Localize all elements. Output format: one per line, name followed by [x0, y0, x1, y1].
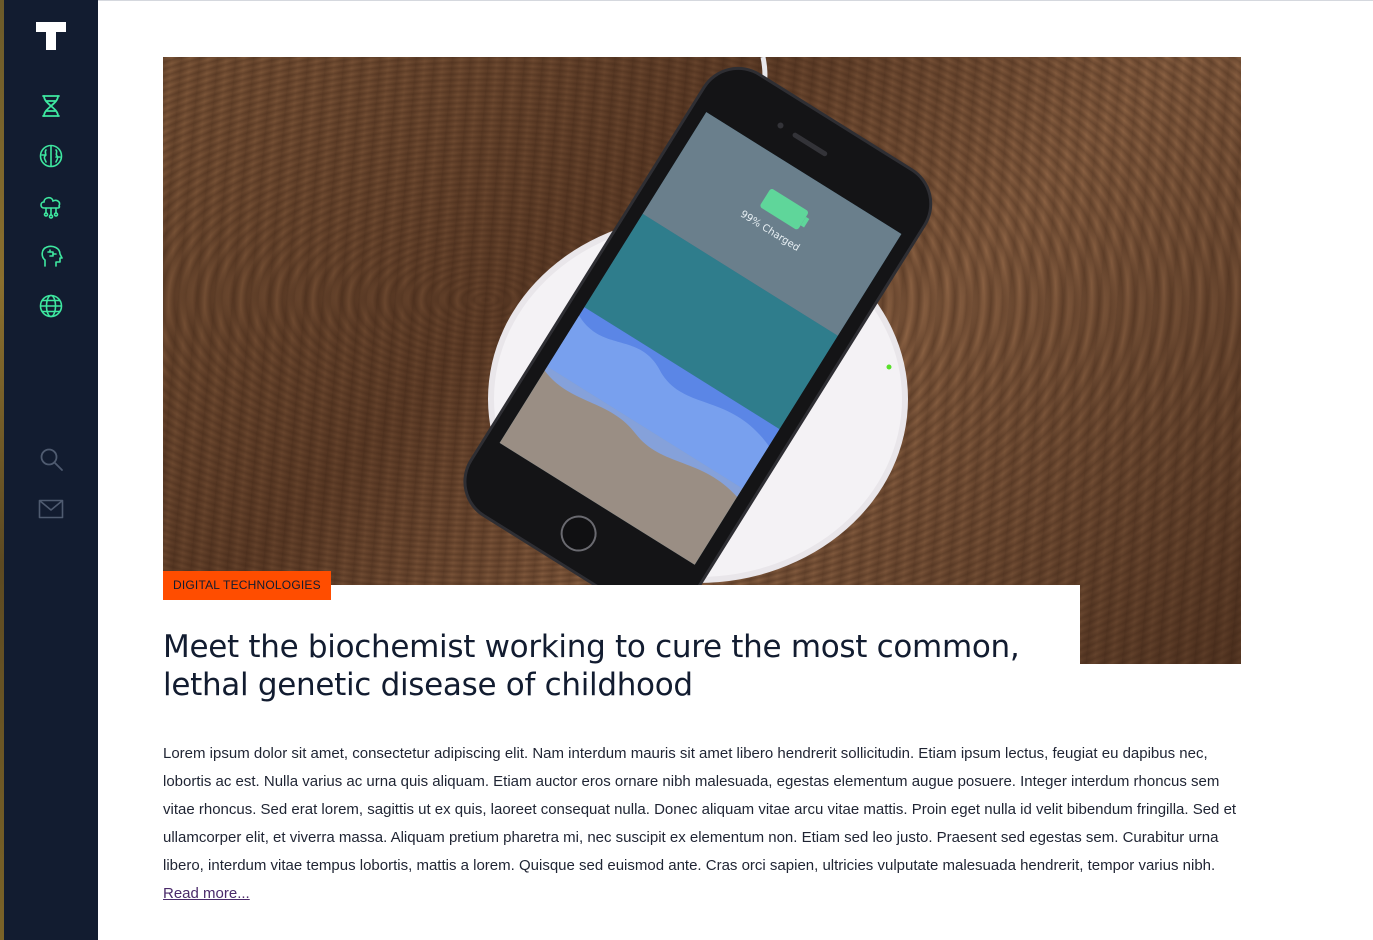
head-mind-icon[interactable] — [37, 242, 65, 270]
brain-icon[interactable] — [37, 142, 65, 170]
search-icon[interactable] — [37, 445, 65, 473]
category-tag[interactable]: DIGITAL TECHNOLOGIES — [163, 571, 331, 600]
cloud-network-icon[interactable] — [37, 192, 65, 220]
article-body-text: Lorem ipsum dolor sit amet, consectetur … — [163, 745, 1237, 874]
article-title[interactable]: Meet the biochemist working to cure the … — [163, 628, 1063, 704]
mail-icon[interactable] — [37, 495, 65, 523]
article-excerpt: Lorem ipsum dolor sit amet, consectetur … — [163, 740, 1243, 908]
sidebar — [4, 0, 98, 940]
read-more-link[interactable]: Read more... — [163, 885, 250, 902]
dna-icon[interactable] — [37, 92, 65, 120]
t-logo-icon[interactable] — [35, 20, 67, 52]
charging-led — [886, 364, 892, 370]
top-border — [98, 0, 1373, 1]
globe-icon[interactable] — [37, 292, 65, 320]
